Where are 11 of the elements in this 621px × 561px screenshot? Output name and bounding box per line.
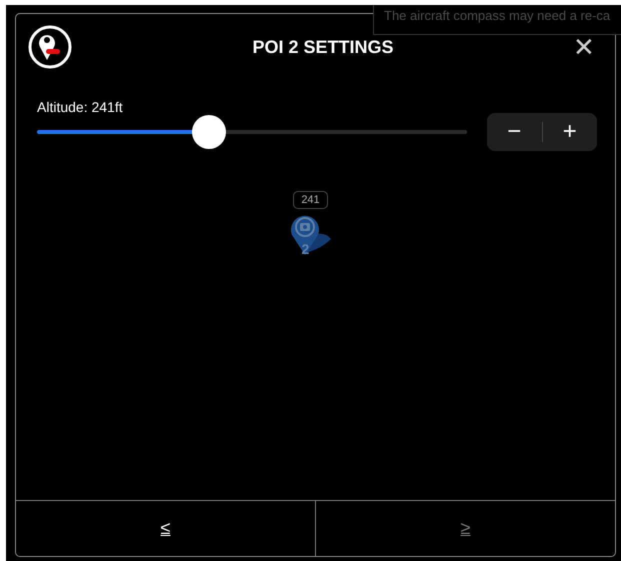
poi-number: 2 — [302, 241, 310, 257]
increment-button[interactable]: + — [542, 113, 597, 151]
altitude-label: Altitude: 241ft — [37, 99, 123, 115]
decrement-button[interactable]: − — [487, 113, 542, 151]
altitude-tag: 241 — [293, 191, 328, 209]
dialog-title: POI 2 SETTINGS — [252, 36, 394, 58]
map-pin-icon — [27, 24, 73, 70]
slider-track[interactable] — [37, 130, 467, 134]
slider-thumb[interactable] — [192, 115, 226, 149]
close-button[interactable]: ✕ — [573, 34, 595, 60]
toast-message: The aircraft compass may need a re-ca — [373, 5, 621, 35]
